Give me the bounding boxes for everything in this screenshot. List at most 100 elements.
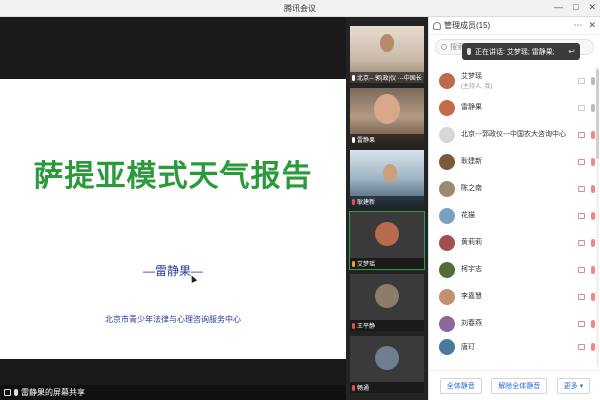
microphone-icon[interactable] (591, 76, 595, 85)
list-item[interactable]: 柯宇志 (429, 256, 600, 283)
member-name: 唐玎 (461, 343, 475, 351)
microphone-muted-icon[interactable] (591, 343, 595, 351)
list-item[interactable]: 李嘉慧 (429, 283, 600, 310)
panel-footer: 全体静音 解除全体静音 更多 ▾ (429, 370, 600, 400)
more-button[interactable]: 更多 ▾ (556, 377, 591, 394)
microphone-muted-icon[interactable] (591, 238, 595, 247)
video-tile[interactable]: 王平静 (350, 274, 424, 331)
avatar (439, 207, 455, 224)
share-status-label: 雷静果的屏幕共享 (21, 388, 85, 397)
member-panel: 管理成员(15) ⋯ ✕ 搜索成员 艾梦瑶 (主持人, 我) 雷静果 (428, 17, 600, 400)
mic-muted-icon (352, 198, 355, 205)
member-name: 李嘉慧 (461, 293, 482, 300)
mic-icon (352, 74, 355, 81)
avatar (439, 339, 455, 355)
avatar (439, 180, 455, 197)
list-item[interactable]: 刘春燕 (429, 310, 600, 337)
scrollbar-thumb[interactable] (596, 69, 599, 159)
tile-label: 北京--·郭|政|仪 ·--中国长 (350, 72, 424, 83)
members-icon (433, 21, 441, 30)
camera-icon[interactable] (578, 77, 585, 84)
list-item[interactable]: 唐玎 (429, 337, 600, 357)
camera-off-icon[interactable] (578, 266, 585, 273)
participant-face (380, 34, 394, 52)
tile-label: 雷静果 (350, 134, 424, 145)
microphone-muted-icon[interactable] (591, 292, 595, 301)
microphone-icon[interactable] (591, 103, 595, 112)
list-item[interactable]: 花猫 (429, 202, 600, 229)
video-tile[interactable]: 耿建新 (350, 150, 424, 207)
video-tile[interactable]: 畅通 (350, 336, 424, 393)
member-name: 陈之南 (461, 185, 482, 192)
camera-off-icon[interactable] (578, 158, 585, 165)
microphone-muted-icon[interactable] (591, 265, 595, 274)
microphone-muted-icon[interactable] (591, 184, 595, 193)
camera-icon[interactable] (578, 104, 585, 111)
tile-label: 王平静 (350, 320, 424, 331)
camera-off-icon[interactable] (578, 185, 585, 192)
member-role: (主持人, 我) (461, 83, 493, 90)
tile-label: 耿建新 (350, 196, 424, 207)
search-icon (441, 44, 447, 50)
microphone-muted-icon[interactable] (591, 211, 595, 220)
tile-label: 艾梦瑶 (350, 258, 424, 269)
tile-name: 艾梦瑶 (357, 262, 376, 268)
avatar (439, 315, 455, 332)
maximize-button[interactable]: □ (573, 2, 578, 13)
close-icon[interactable]: ✕ (588, 20, 596, 31)
panel-title: 管理成员(15) (444, 21, 491, 30)
member-name: 艾梦瑶 (461, 72, 482, 80)
tile-name: 畅通 (357, 386, 370, 392)
list-item[interactable]: 黄莉莉 (429, 229, 600, 256)
screen-share-area[interactable]: 萨提亚模式天气报告 —雷静果— 北京市青少年法律与心理咨询服务中心 雷静果的屏幕… (0, 17, 346, 400)
camera-off-icon[interactable] (578, 344, 585, 350)
more-icon[interactable]: ⋯ (573, 20, 582, 31)
list-item[interactable]: 艾梦瑶 (主持人, 我) (429, 67, 600, 94)
tile-label: 畅通 (350, 382, 424, 393)
participant-face (374, 94, 400, 124)
mic-muted-icon (352, 322, 355, 329)
member-name: 雷静果 (461, 104, 482, 111)
microphone-muted-icon[interactable] (591, 319, 595, 328)
unmute-all-button[interactable]: 解除全体静音 (491, 377, 548, 394)
tile-name: 耿建新 (357, 200, 376, 206)
share-status-bar[interactable]: 雷静果的屏幕共享 (0, 385, 346, 400)
avatar (439, 288, 455, 305)
avatar (439, 72, 455, 89)
avatar (439, 261, 455, 278)
list-item[interactable]: 北京---郭政仪---中国农大咨询中心 (429, 121, 600, 148)
mute-all-button[interactable]: 全体静音 (439, 377, 482, 394)
slide-title: 萨提亚模式天气报告 (33, 159, 313, 194)
mic-muted-icon (352, 384, 355, 391)
video-tile-active[interactable]: 艾梦瑶 (349, 211, 425, 270)
camera-off-icon[interactable] (578, 131, 585, 138)
microphone-muted-icon[interactable] (591, 130, 595, 139)
microphone-muted-icon[interactable] (591, 157, 595, 166)
minimize-button[interactable]: — (554, 2, 563, 13)
slide-organization: 北京市青少年法律与心理咨询服务中心 (105, 315, 241, 324)
participant-face (383, 164, 397, 182)
close-window-button[interactable]: ✕ (588, 2, 596, 13)
video-tile[interactable]: 雷静果 (350, 88, 424, 145)
list-item[interactable]: 陈之南 (429, 175, 600, 202)
mic-icon (352, 136, 355, 143)
member-name: 耿建新 (461, 158, 482, 165)
undo-icon[interactable]: ↩ (568, 47, 575, 56)
camera-off-icon[interactable] (578, 320, 585, 327)
tile-name: 雷静果 (357, 138, 376, 144)
avatar (375, 346, 399, 370)
member-name: 北京---郭政仪---中国农大咨询中心 (461, 131, 566, 138)
camera-off-icon[interactable] (578, 239, 585, 246)
video-tile[interactable]: 北京--·郭|政|仪 ·--中国长 (350, 26, 424, 83)
avatar (375, 284, 399, 308)
camera-off-icon[interactable] (578, 212, 585, 219)
video-strip: 北京--·郭|政|仪 ·--中国长 雷静果 耿建新 艾梦瑶 王平静 畅通 (346, 17, 428, 400)
camera-off-icon[interactable] (578, 293, 585, 300)
title-bar: 腾讯会议 — □ ✕ (0, 0, 600, 17)
member-name: 花猫 (461, 212, 475, 219)
slide-author: —雷静果— (142, 264, 203, 278)
tile-name: 北京--·郭|政|仪 ·--中国长 (357, 76, 422, 82)
list-item[interactable]: 雷静果 (429, 94, 600, 121)
list-item[interactable]: 耿建新 (429, 148, 600, 175)
window-controls: — □ ✕ (554, 2, 596, 13)
